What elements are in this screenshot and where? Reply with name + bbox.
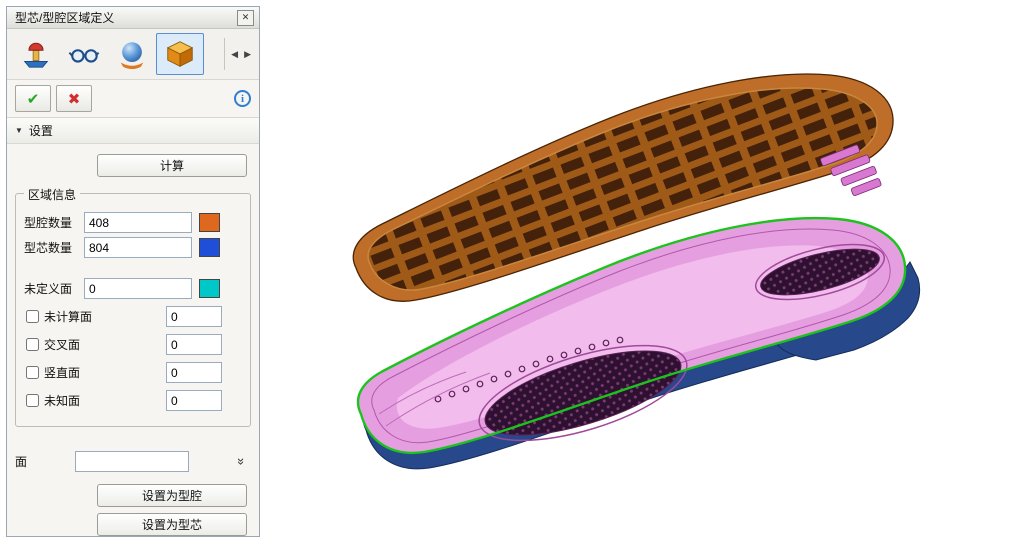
- set-as-cavity-button[interactable]: 设置为型腔: [97, 484, 247, 507]
- close-button[interactable]: ✕: [237, 10, 254, 26]
- action-buttons: 设置为型腔 设置为型芯: [15, 484, 251, 536]
- uncalculated-faces-label: 未计算面: [44, 308, 166, 325]
- undefined-faces-row: 未定义面: [24, 278, 242, 299]
- cancel-button[interactable]: ✖: [56, 85, 92, 112]
- core-color-swatch[interactable]: [199, 238, 220, 257]
- sphere-tool-button[interactable]: [108, 33, 156, 75]
- collapse-arrow-icon: ▼: [15, 126, 23, 135]
- vertical-faces-count[interactable]: [166, 362, 222, 383]
- shaded-sphere-icon: [116, 38, 148, 70]
- settings-section-header[interactable]: ▼ 设置: [7, 118, 259, 144]
- ok-check-icon: ✔: [27, 90, 40, 108]
- core-count-row: 型芯数量: [24, 237, 242, 258]
- undefined-faces-input[interactable]: [84, 278, 192, 299]
- ok-button[interactable]: ✔: [15, 85, 51, 112]
- expand-chevron-icon[interactable]: »: [235, 458, 248, 465]
- glasses-icon: [68, 38, 100, 70]
- cancel-x-icon: ✖: [68, 90, 81, 108]
- uncalculated-faces-checkbox[interactable]: [26, 310, 39, 323]
- region-info-title: 区域信息: [24, 186, 80, 203]
- undefined-faces-label: 未定义面: [24, 280, 84, 297]
- face-picker-row: 面 »: [15, 451, 251, 472]
- mold-tool-button[interactable]: [12, 33, 60, 75]
- cavity-color-swatch[interactable]: [199, 213, 220, 232]
- 3d-viewport[interactable]: [268, 0, 1035, 538]
- tool-strip: ◀ ▶: [7, 29, 259, 80]
- cavity-count-row: 型腔数量: [24, 212, 242, 233]
- vertical-faces-label: 竖直面: [44, 364, 166, 381]
- unknown-faces-label: 未知面: [44, 392, 166, 409]
- face-selection-input[interactable]: [75, 451, 189, 472]
- unknown-faces-checkbox[interactable]: [26, 394, 39, 407]
- calculate-button[interactable]: 计算: [97, 154, 247, 177]
- dialog-title: 型芯/型腔区域定义: [15, 9, 237, 26]
- vertical-faces-row: 竖直面: [24, 362, 242, 383]
- unknown-faces-count[interactable]: [166, 390, 222, 411]
- glasses-tool-button[interactable]: [60, 33, 108, 75]
- mold-tool-icon: [20, 38, 52, 70]
- vertical-faces-checkbox[interactable]: [26, 366, 39, 379]
- crossing-faces-checkbox[interactable]: [26, 338, 39, 351]
- sole-scene: [268, 0, 1035, 538]
- cavity-count-input[interactable]: [84, 212, 192, 233]
- confirm-row: ✔ ✖ i: [7, 80, 259, 118]
- settings-header-label: 设置: [29, 122, 53, 139]
- region-info-group: 区域信息 型腔数量 型芯数量 未定义面 未计算面: [15, 193, 251, 427]
- unknown-faces-row: 未知面: [24, 390, 242, 411]
- toolbar-divider: [224, 38, 225, 70]
- parting-box-icon: [164, 38, 196, 70]
- uncalculated-faces-count[interactable]: [166, 306, 222, 327]
- core-count-input[interactable]: [84, 237, 192, 258]
- dialog-titlebar[interactable]: 型芯/型腔区域定义 ✕: [7, 7, 259, 29]
- nav-right-icon[interactable]: ▶: [241, 47, 254, 62]
- undefined-color-swatch[interactable]: [199, 279, 220, 298]
- uncalculated-faces-row: 未计算面: [24, 306, 242, 327]
- crossing-faces-row: 交叉面: [24, 334, 242, 355]
- info-button[interactable]: i: [234, 90, 251, 107]
- close-icon: ✕: [242, 12, 250, 23]
- core-cavity-region-dialog: 型芯/型腔区域定义 ✕: [6, 6, 260, 537]
- set-as-core-button[interactable]: 设置为型芯: [97, 513, 247, 536]
- nav-left-icon[interactable]: ◀: [228, 47, 241, 62]
- core-count-label: 型芯数量: [24, 239, 84, 256]
- panel-body: 计算 区域信息 型腔数量 型芯数量 未定义面 未计算面: [7, 144, 259, 537]
- info-icon: i: [241, 93, 244, 105]
- parting-box-tool-button[interactable]: [156, 33, 204, 75]
- face-label: 面: [15, 453, 75, 470]
- crossing-faces-label: 交叉面: [44, 336, 166, 353]
- crossing-faces-count[interactable]: [166, 334, 222, 355]
- cavity-count-label: 型腔数量: [24, 214, 84, 231]
